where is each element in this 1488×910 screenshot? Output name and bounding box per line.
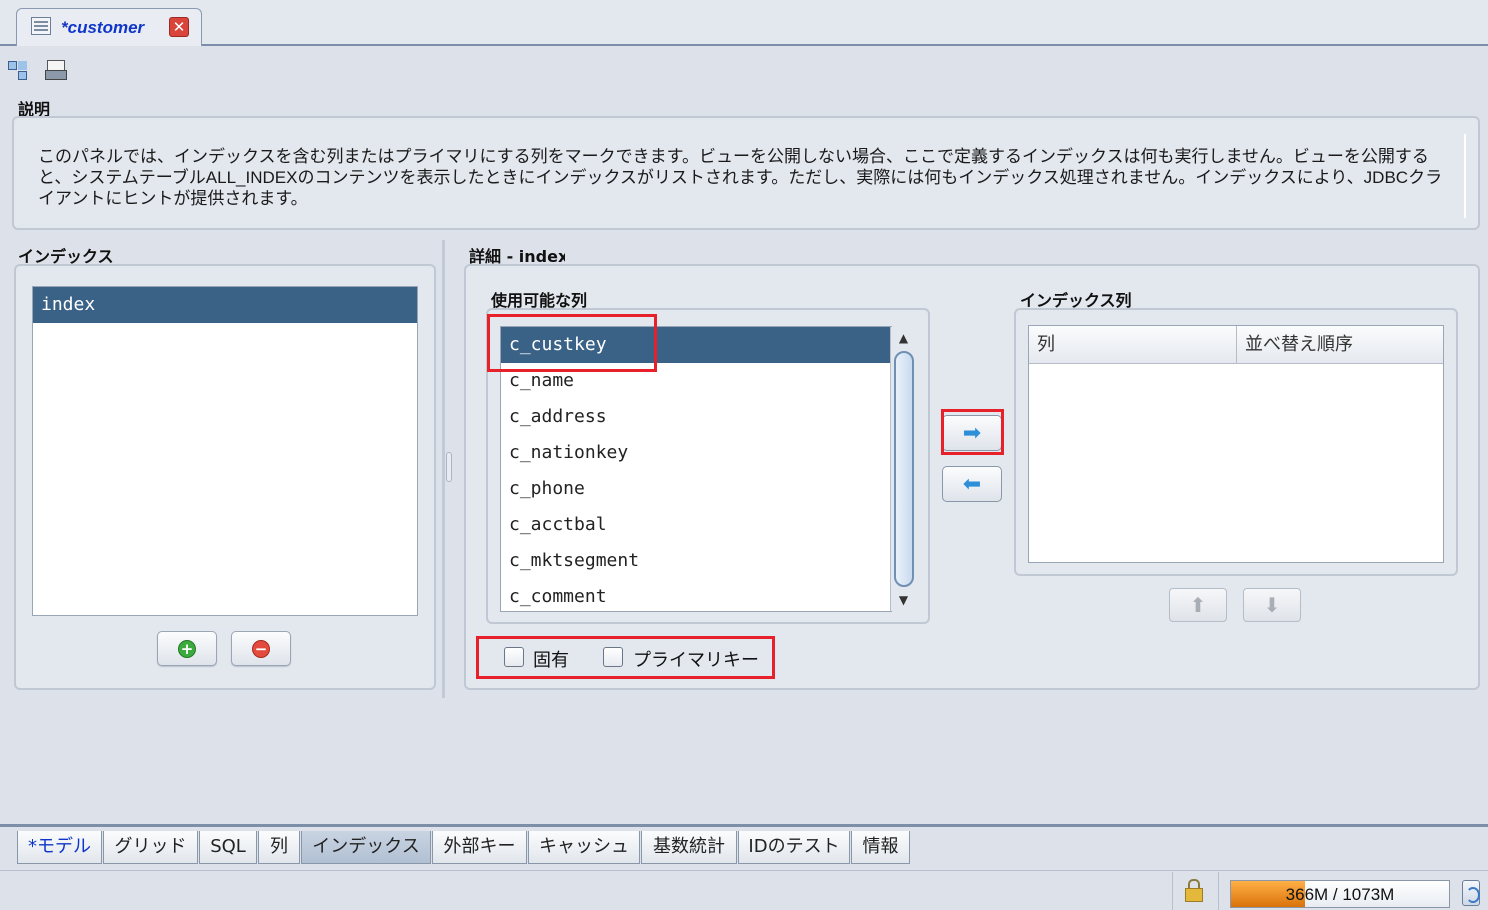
column-item-c_nationkey[interactable]: c_nationkey xyxy=(501,435,891,471)
scroll-up-arrow-icon[interactable]: ▲ xyxy=(891,327,916,349)
description-box: このパネルでは、インデックスを含む列またはプライマリにする列をマークできます。ビ… xyxy=(12,116,1480,230)
memory-usage-text: 366M / 1073M xyxy=(1285,885,1395,904)
close-tab-icon[interactable]: ✕ xyxy=(169,17,189,37)
column-item-c_comment[interactable]: c_comment xyxy=(501,579,891,611)
scroll-down-arrow-icon[interactable]: ▼ xyxy=(891,589,916,611)
remove-index-button[interactable]: − xyxy=(231,631,291,666)
tab-foreign-keys[interactable]: 外部キー xyxy=(432,831,527,864)
unique-label: 固有 xyxy=(533,650,569,671)
index-columns-table[interactable]: 列 並べ替え順序 xyxy=(1028,325,1444,563)
primary-key-checkbox[interactable] xyxy=(603,647,623,667)
column-item-c_mktsegment[interactable]: c_mktsegment xyxy=(501,543,891,579)
remove-icon: − xyxy=(252,639,270,658)
index-list[interactable]: index xyxy=(32,286,418,616)
tab-info[interactable]: 情報 xyxy=(851,831,910,864)
tree-view-icon[interactable] xyxy=(6,58,30,82)
add-index-button[interactable]: + xyxy=(157,631,217,666)
editor-tab-strip: *customer ✕ xyxy=(0,0,1488,46)
bottom-tab-rule xyxy=(0,824,1488,827)
add-icon: + xyxy=(178,639,196,658)
arrow-left-icon: ⬅ xyxy=(962,472,982,497)
add-to-index-button[interactable]: ➡ xyxy=(942,415,1002,451)
panel-splitter xyxy=(442,240,445,698)
tab-sql[interactable]: SQL xyxy=(199,831,257,864)
splitter-handle[interactable] xyxy=(446,452,452,482)
move-up-button[interactable]: ⬆ xyxy=(1169,588,1227,622)
index-list-item[interactable]: index xyxy=(33,287,417,323)
tab-cache[interactable]: キャッシュ xyxy=(528,831,640,864)
column-header-sort-order[interactable]: 並べ替え順序 xyxy=(1237,326,1443,364)
status-divider xyxy=(1172,872,1173,910)
available-columns-scrollbar[interactable]: ▲ ▼ xyxy=(890,327,916,611)
description-text: このパネルでは、インデックスを含む列またはプライマリにする列をマークできます。ビ… xyxy=(38,147,1443,208)
description-scroll-edge xyxy=(1464,134,1466,218)
column-header-column[interactable]: 列 xyxy=(1029,326,1237,364)
scroll-thumb[interactable] xyxy=(894,351,914,587)
tab-indexes[interactable]: インデックス xyxy=(301,831,431,864)
view-document-icon xyxy=(31,17,51,35)
tab-model[interactable]: *モデル xyxy=(17,831,102,864)
memory-usage-bar: 366M / 1073M xyxy=(1230,880,1450,908)
column-item-c_name[interactable]: c_name xyxy=(501,363,891,399)
print-icon[interactable] xyxy=(44,58,68,82)
primary-key-label: プライマリキー xyxy=(633,650,759,671)
remove-from-index-button[interactable]: ⬅ xyxy=(942,466,1002,502)
lock-icon xyxy=(1184,879,1203,902)
tab-cardinality[interactable]: 基数統計 xyxy=(641,831,737,864)
garbage-collect-icon[interactable] xyxy=(1462,880,1480,906)
arrow-right-icon: ➡ xyxy=(962,421,982,446)
move-down-button[interactable]: ⬇ xyxy=(1243,588,1301,622)
tab-columns[interactable]: 列 xyxy=(258,831,300,864)
tab-grid[interactable]: グリッド xyxy=(103,831,198,864)
arrow-up-icon: ⬆ xyxy=(1189,593,1207,617)
status-divider xyxy=(1218,872,1219,910)
column-item-c_custkey[interactable]: c_custkey xyxy=(501,327,891,363)
available-columns-list[interactable]: c_custkey c_name c_address c_nationkey c… xyxy=(500,326,892,612)
column-item-c_address[interactable]: c_address xyxy=(501,399,891,435)
column-item-c_phone[interactable]: c_phone xyxy=(501,471,891,507)
arrow-down-icon: ⬇ xyxy=(1263,593,1281,617)
editor-tab-title: *customer xyxy=(61,18,145,37)
status-bar-separator xyxy=(0,870,1488,871)
editor-tab-customer[interactable]: *customer ✕ xyxy=(16,8,202,46)
column-item-c_acctbal[interactable]: c_acctbal xyxy=(501,507,891,543)
tab-id-test[interactable]: IDのテスト xyxy=(738,831,850,864)
unique-checkbox[interactable] xyxy=(504,647,524,667)
